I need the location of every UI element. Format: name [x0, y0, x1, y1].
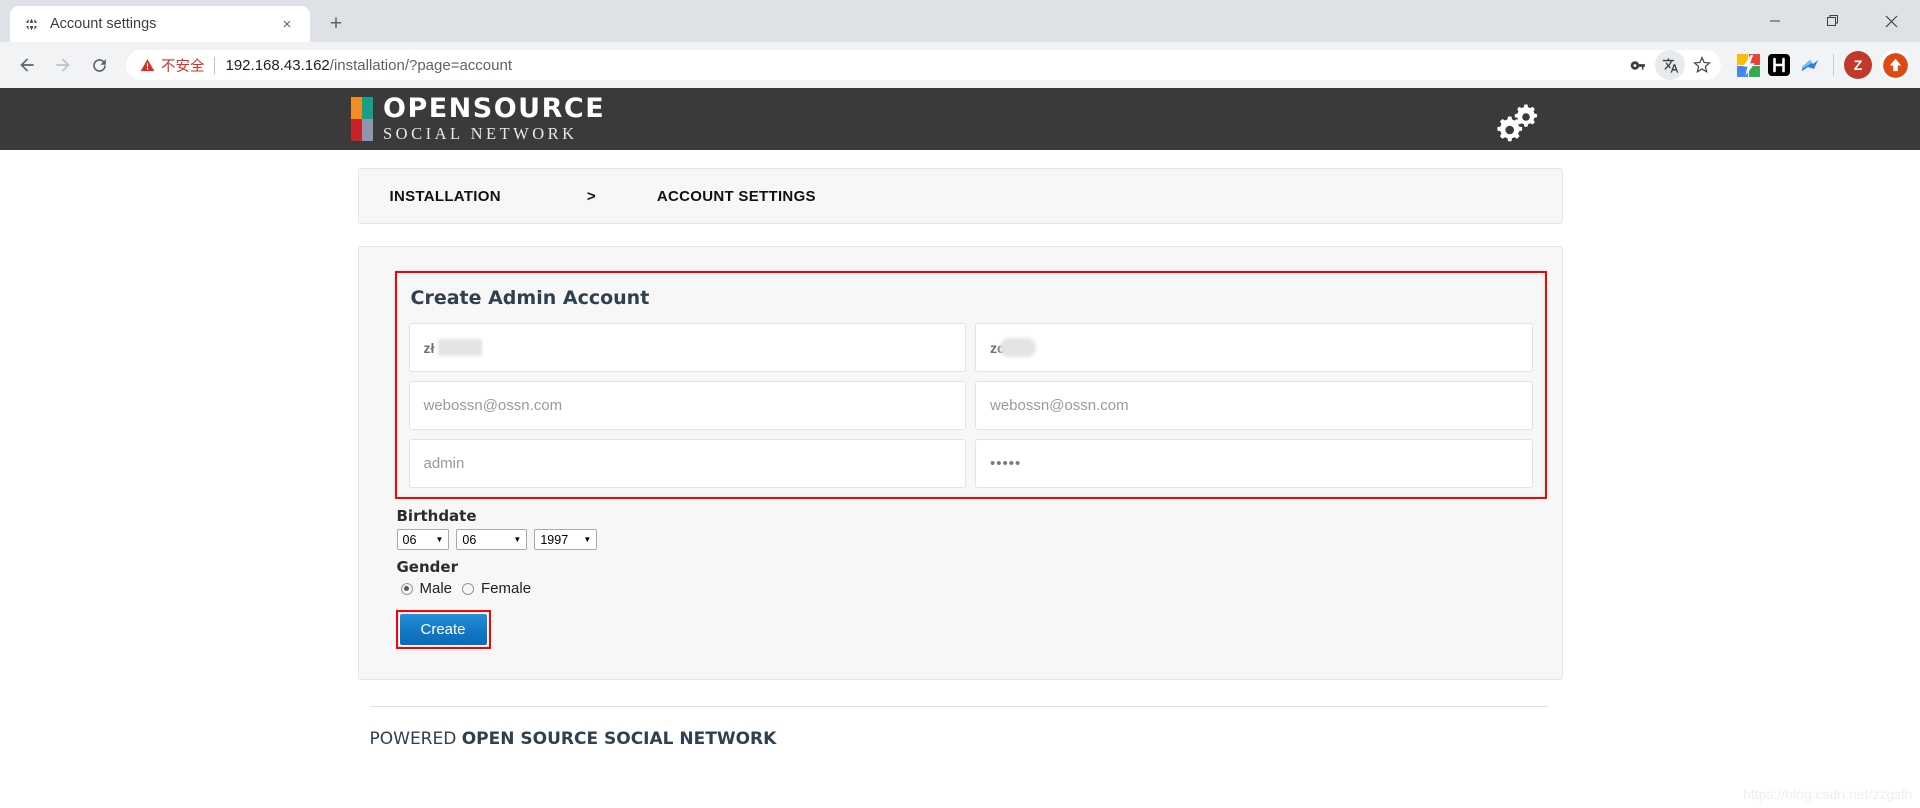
translate-icon[interactable]: [1655, 50, 1685, 80]
logo-color-blocks: [351, 97, 373, 141]
back-icon[interactable]: [10, 48, 44, 82]
omnibox-actions: [1623, 50, 1717, 80]
logo-sub-text: SOCIAL NETWORK: [383, 124, 578, 144]
password-field[interactable]: •••••: [975, 439, 1533, 488]
site-header: OPENSOURCE SOCIAL NETWORK: [0, 88, 1920, 150]
extension-h-icon[interactable]: [1766, 52, 1792, 78]
reload-icon[interactable]: [82, 48, 116, 82]
name-row: zł zc: [408, 323, 1533, 372]
username-field[interactable]: admin: [408, 439, 966, 488]
gender-radio-male[interactable]: Male: [400, 580, 453, 597]
last-name-field[interactable]: zc: [975, 323, 1533, 372]
gears-icon[interactable]: [1496, 102, 1540, 142]
birthdate-day-value: 06: [462, 532, 477, 547]
radio-selected-icon[interactable]: [400, 582, 413, 595]
chevron-down-icon: ▼: [435, 535, 444, 544]
new-tab-button[interactable]: +: [320, 8, 352, 40]
gender-male-label: Male: [419, 580, 453, 597]
email-placeholder: webossn@ossn.com: [423, 397, 563, 414]
update-arrow-icon[interactable]: [1880, 50, 1910, 80]
watermark: https://blog.csdn.net/zzgslh: [1743, 786, 1912, 802]
browser-toolbar: 不安全 192.168.43.162/installation/?page=ac…: [0, 42, 1920, 88]
footer-text: POWERED OPEN SOURCE SOCIAL NETWORK: [370, 729, 1563, 749]
logo-text: OPENSOURCE SOCIAL NETWORK: [383, 95, 605, 143]
breadcrumb: INSTALLATION > ACCOUNT SETTINGS: [357, 168, 1563, 224]
page-content: OPENSOURCE SOCIAL NETWORK INSTALLATION >…: [0, 88, 1920, 808]
url-path: /installation/?page=account: [329, 56, 513, 74]
breadcrumb-item-installation[interactable]: INSTALLATION: [390, 188, 501, 205]
birthdate-day-select[interactable]: 06 ▼: [456, 529, 528, 550]
birthdate-year-select[interactable]: 1997 ▼: [534, 529, 598, 550]
first-name-redaction: [437, 339, 482, 356]
last-name-redaction: [1000, 338, 1036, 357]
security-label: 不安全: [161, 58, 205, 75]
security-indicator[interactable]: 不安全: [140, 55, 214, 76]
first-name-value: zł: [423, 339, 435, 356]
gender-female-label: Female: [481, 580, 532, 597]
email-confirm-placeholder: webossn@ossn.com: [990, 397, 1129, 414]
username-placeholder: admin: [423, 455, 465, 472]
footer-divider: [369, 706, 1548, 707]
main-content: INSTALLATION > ACCOUNT SETTINGS Create A…: [357, 150, 1563, 749]
site-logo[interactable]: OPENSOURCE SOCIAL NETWORK: [351, 95, 605, 143]
url-text: 192.168.43.162/installation/?page=accoun…: [226, 57, 513, 74]
password-value: •••••: [990, 455, 1022, 472]
forward-icon[interactable]: [46, 48, 80, 82]
globe-icon: [22, 15, 40, 33]
url-host: 192.168.43.162: [225, 56, 330, 74]
profile-avatar[interactable]: Z: [1844, 51, 1872, 79]
gender-label: Gender: [396, 558, 458, 576]
gender-radio-female[interactable]: Female: [462, 580, 531, 597]
birthdate-month-select[interactable]: 06 ▼: [396, 529, 450, 550]
form-title: Create Admin Account: [410, 287, 650, 309]
footer-brand-label: OPEN SOURCE SOCIAL NETWORK: [461, 729, 777, 749]
birthdate-selects: 06 ▼ 06 ▼ 1997 ▼: [396, 529, 1540, 550]
birthdate-label: Birthdate: [396, 507, 477, 525]
browser-tab[interactable]: Account settings ×: [10, 6, 310, 42]
breadcrumb-separator: >: [586, 187, 596, 205]
close-icon[interactable]: ×: [276, 13, 298, 35]
email-row: webossn@ossn.com webossn@ossn.com: [408, 381, 1533, 430]
maximize-icon[interactable]: [1804, 0, 1862, 42]
form-highlight-box: Create Admin Account zł zc webossn@ossn.…: [394, 271, 1547, 499]
email-confirm-field[interactable]: webossn@ossn.com: [975, 381, 1533, 430]
tab-strip: Account settings × +: [0, 0, 1920, 42]
extension-icons: [1731, 52, 1823, 78]
create-button[interactable]: Create: [399, 614, 487, 645]
birthdate-year-value: 1997: [540, 532, 569, 547]
email-field[interactable]: webossn@ossn.com: [408, 381, 966, 430]
close-window-icon[interactable]: [1862, 0, 1920, 42]
omnibox-divider: [213, 56, 215, 74]
credentials-row: admin •••••: [408, 439, 1533, 488]
extension-bird-icon[interactable]: [1797, 52, 1823, 78]
radio-unselected-icon[interactable]: [462, 582, 475, 595]
browser-window: Account settings × + 不安全 192.168.43.162/…: [0, 0, 1920, 808]
chevron-down-icon: ▼: [583, 535, 592, 544]
footer-powered-label: POWERED: [369, 729, 457, 749]
page-footer: POWERED OPEN SOURCE SOCIAL NETWORK: [358, 706, 1563, 749]
birthdate-month-value: 06: [402, 532, 417, 547]
minimize-icon[interactable]: [1746, 0, 1804, 42]
create-button-highlight: Create: [395, 610, 491, 649]
toolbar-divider: [1833, 54, 1834, 76]
form-panel: Create Admin Account zł zc webossn@ossn.…: [357, 246, 1563, 680]
first-name-field[interactable]: zł: [408, 323, 966, 372]
window-controls: [1746, 0, 1920, 42]
logo-main-text: OPENSOURCE: [383, 93, 606, 125]
tab-title: Account settings: [50, 16, 157, 32]
key-icon[interactable]: [1623, 50, 1653, 80]
gender-radios: Male Female: [400, 580, 1540, 597]
chevron-down-icon: ▼: [513, 535, 522, 544]
breadcrumb-item-account-settings: ACCOUNT SETTINGS: [656, 187, 816, 205]
warning-triangle-icon: [140, 58, 155, 71]
bookmark-star-icon[interactable]: [1687, 50, 1717, 80]
extension-colorful-icon[interactable]: [1735, 52, 1761, 78]
address-bar[interactable]: 不安全 192.168.43.162/installation/?page=ac…: [126, 50, 1721, 80]
